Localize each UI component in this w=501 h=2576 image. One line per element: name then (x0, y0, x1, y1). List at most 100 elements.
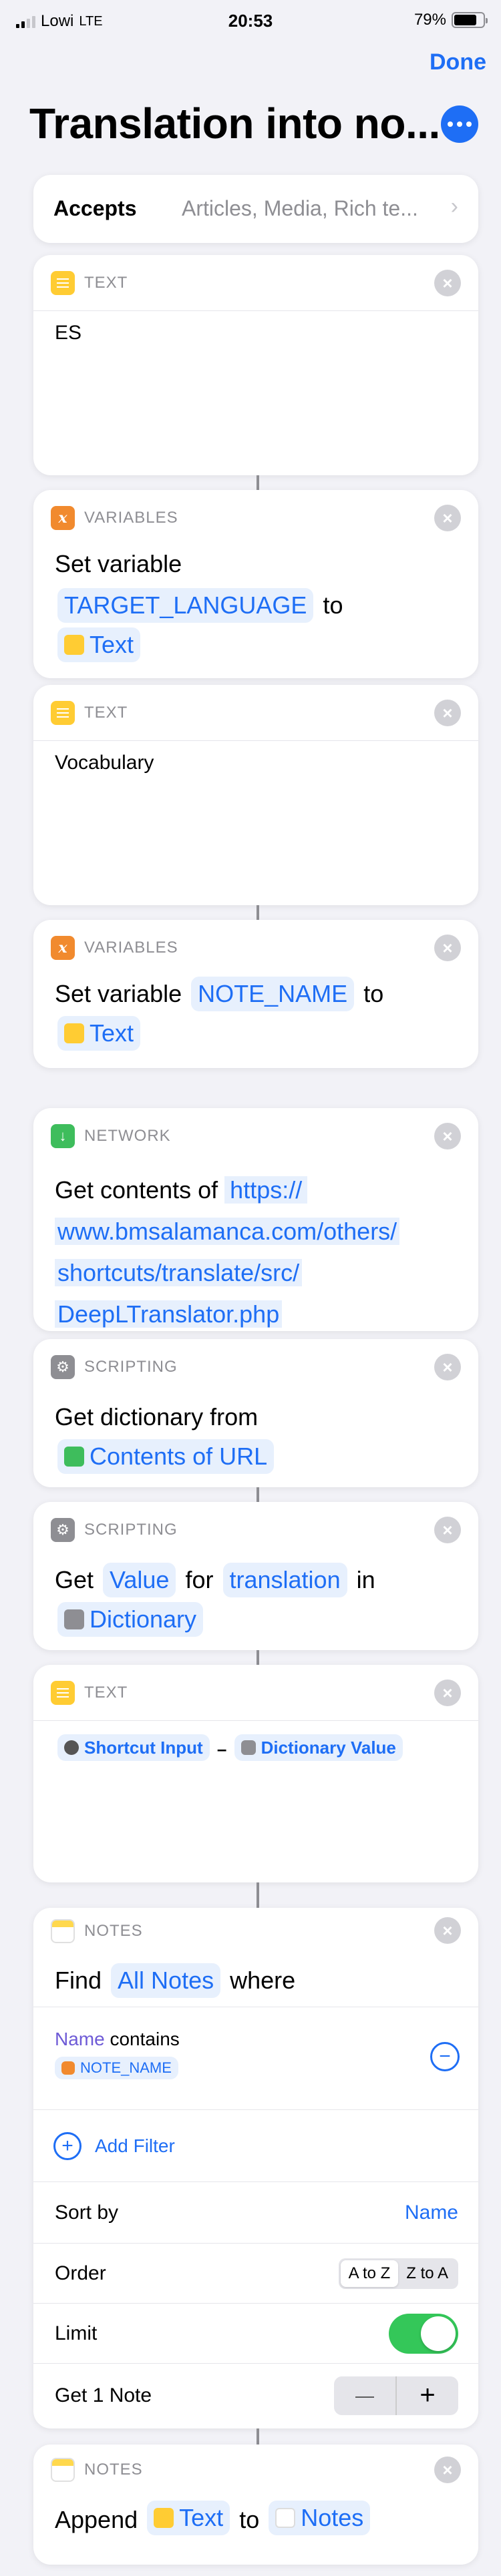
plus-circle-icon: + (53, 2131, 81, 2160)
text-content[interactable]: Shortcut Input – Dictionary Value (55, 1734, 405, 1761)
all-notes-token[interactable]: All Notes (111, 1963, 221, 1998)
connector-line (257, 1882, 259, 1909)
action-verb: Get contents of (55, 1176, 218, 1204)
limit-row: Limit (33, 2303, 478, 2363)
remove-filter-icon[interactable]: − (430, 2042, 460, 2071)
token-label: Text (90, 631, 134, 658)
gear-icon: ⚙ (51, 1355, 75, 1379)
url-line-1[interactable]: https:// (224, 1176, 308, 1204)
get-count-row: Get 1 Note — + (33, 2363, 478, 2427)
connector-line (257, 475, 259, 490)
text-variable-token[interactable]: Text (57, 1016, 141, 1051)
find-notes-card[interactable]: NOTES × Find All Notes where Name contai… (33, 1908, 478, 2428)
text-icon (64, 1023, 84, 1043)
token-label: Shortcut Input (84, 1738, 203, 1758)
text-icon (64, 635, 84, 655)
remove-action-button[interactable]: × (434, 935, 461, 961)
action-verb: Get (55, 1566, 94, 1593)
variable-name-token[interactable]: NOTE_NAME (191, 977, 355, 1011)
count-stepper[interactable]: — + (334, 2376, 458, 2415)
dictionary-token[interactable]: Dictionary (57, 1602, 204, 1637)
action-category: TEXT (84, 1683, 128, 1702)
accepts-row[interactable]: Accepts Articles, Media, Rich te... › (33, 175, 478, 243)
set-variable-card[interactable]: x VARIABLES × Set variable TARGET_LANGUA… (33, 490, 478, 678)
limit-toggle[interactable] (389, 2313, 458, 2354)
done-button[interactable]: Done (430, 49, 486, 75)
text-content[interactable]: Vocabulary (55, 752, 154, 774)
filter-row[interactable]: Name contains NOTE_NAME − (33, 2007, 478, 2109)
variable-icon: x (51, 936, 75, 960)
order-a-to-z[interactable]: A to Z (340, 2260, 399, 2287)
battery-percent: 79% (413, 11, 446, 29)
note-name-token[interactable]: NOTE_NAME (55, 2057, 178, 2079)
text-icon (51, 1680, 75, 1705)
set-variable-card[interactable]: x VARIABLES × Set variable NOTE_NAME to … (33, 920, 478, 1068)
action-header: x VARIABLES (33, 490, 478, 546)
add-filter-row[interactable]: + Add Filter (33, 2109, 478, 2181)
status-right: 79% (413, 11, 488, 29)
shortcut-input-token[interactable]: Shortcut Input (57, 1734, 210, 1761)
remove-action-button[interactable]: × (434, 1517, 461, 1543)
token-label: Dictionary Value (261, 1738, 396, 1758)
text-action-card[interactable]: TEXT × ES (33, 255, 478, 475)
download-icon (64, 1447, 84, 1467)
token-label: Dictionary (90, 1605, 197, 1633)
text-icon (51, 700, 75, 725)
sort-row[interactable]: Sort by Name (33, 2181, 478, 2243)
action-header: NOTES (33, 2444, 478, 2495)
remove-action-button[interactable]: × (434, 1680, 461, 1706)
action-body: Get dictionary from Contents of URL (55, 1396, 458, 1479)
text-content[interactable]: ES (55, 322, 81, 344)
order-z-to-a[interactable]: Z to A (398, 2260, 456, 2287)
to-label: to (323, 591, 343, 619)
remove-action-button[interactable]: × (434, 2457, 461, 2483)
filter-field[interactable]: Name (55, 2029, 105, 2049)
action-category: VARIABLES (84, 939, 178, 957)
sort-value[interactable]: Name (405, 2202, 458, 2224)
remove-action-button[interactable]: × (434, 270, 461, 296)
contents-of-url-token[interactable]: Contents of URL (57, 1439, 275, 1474)
connector-line (257, 1650, 259, 1665)
key-token[interactable]: translation (222, 1563, 347, 1597)
url-line-4[interactable]: DeepLTranslator.php (55, 1300, 283, 1328)
value-token[interactable]: Value (103, 1563, 176, 1597)
order-segmented-control[interactable]: A to Z Z to A (338, 2258, 458, 2289)
decrement-button[interactable]: — (334, 2376, 395, 2415)
shortcut-title[interactable]: Translation into no... (29, 99, 440, 148)
append-to-note-card[interactable]: NOTES × Append Text to Notes (33, 2444, 478, 2565)
action-body: Append Text to Notes (55, 2499, 373, 2541)
url-line-2[interactable]: www.bmsalamanca.com/others/ (55, 1218, 400, 1245)
remove-action-button[interactable]: × (434, 505, 461, 531)
get-dictionary-value-card[interactable]: ⚙ SCRIPTING × Get Value for translation … (33, 1502, 478, 1650)
remove-action-button[interactable]: × (434, 1917, 461, 1944)
notes-icon (51, 2458, 75, 2482)
notes-target-token[interactable]: Notes (269, 2501, 371, 2535)
where-label: where (230, 1967, 296, 1994)
variable-icon: x (51, 506, 75, 530)
dictionary-value-token[interactable]: Dictionary Value (234, 1734, 403, 1761)
gear-icon (240, 1740, 256, 1755)
more-options-button[interactable] (441, 105, 478, 143)
filter-operator[interactable]: contains (110, 2029, 179, 2049)
variable-name-token[interactable]: TARGET_LANGUAGE (57, 588, 314, 623)
get-dictionary-card[interactable]: ⚙ SCRIPTING × Get dictionary from Conten… (33, 1339, 478, 1487)
remove-action-button[interactable]: × (434, 1123, 461, 1149)
action-body: Get contents of https:// www.bmsalamanca… (55, 1170, 400, 1335)
increment-button[interactable]: + (395, 2376, 458, 2415)
text-icon (51, 270, 75, 295)
remove-action-button[interactable]: × (434, 1354, 461, 1380)
text-action-card[interactable]: TEXT × Shortcut Input – Dictionary Value (33, 1665, 478, 1882)
notes-icon (275, 2508, 296, 2528)
get-contents-card[interactable]: ↓ NETWORK × Get contents of https:// www… (33, 1108, 478, 1331)
sort-label: Sort by (55, 2201, 119, 2224)
remove-action-button[interactable]: × (434, 700, 461, 726)
action-body: Set variable NOTE_NAME to Text (55, 973, 458, 1056)
token-label: Contents of URL (90, 1443, 268, 1470)
text-action-card[interactable]: TEXT × Vocabulary (33, 685, 478, 905)
url-line-3[interactable]: shortcuts/translate/src/ (55, 1259, 303, 1286)
text-variable-token[interactable]: Text (147, 2501, 230, 2535)
text-variable-token[interactable]: Text (57, 627, 141, 662)
action-header: TEXT (33, 685, 478, 741)
action-body: Set variable TARGET_LANGUAGE to Text (55, 543, 458, 668)
accepts-label: Accepts (53, 196, 137, 220)
